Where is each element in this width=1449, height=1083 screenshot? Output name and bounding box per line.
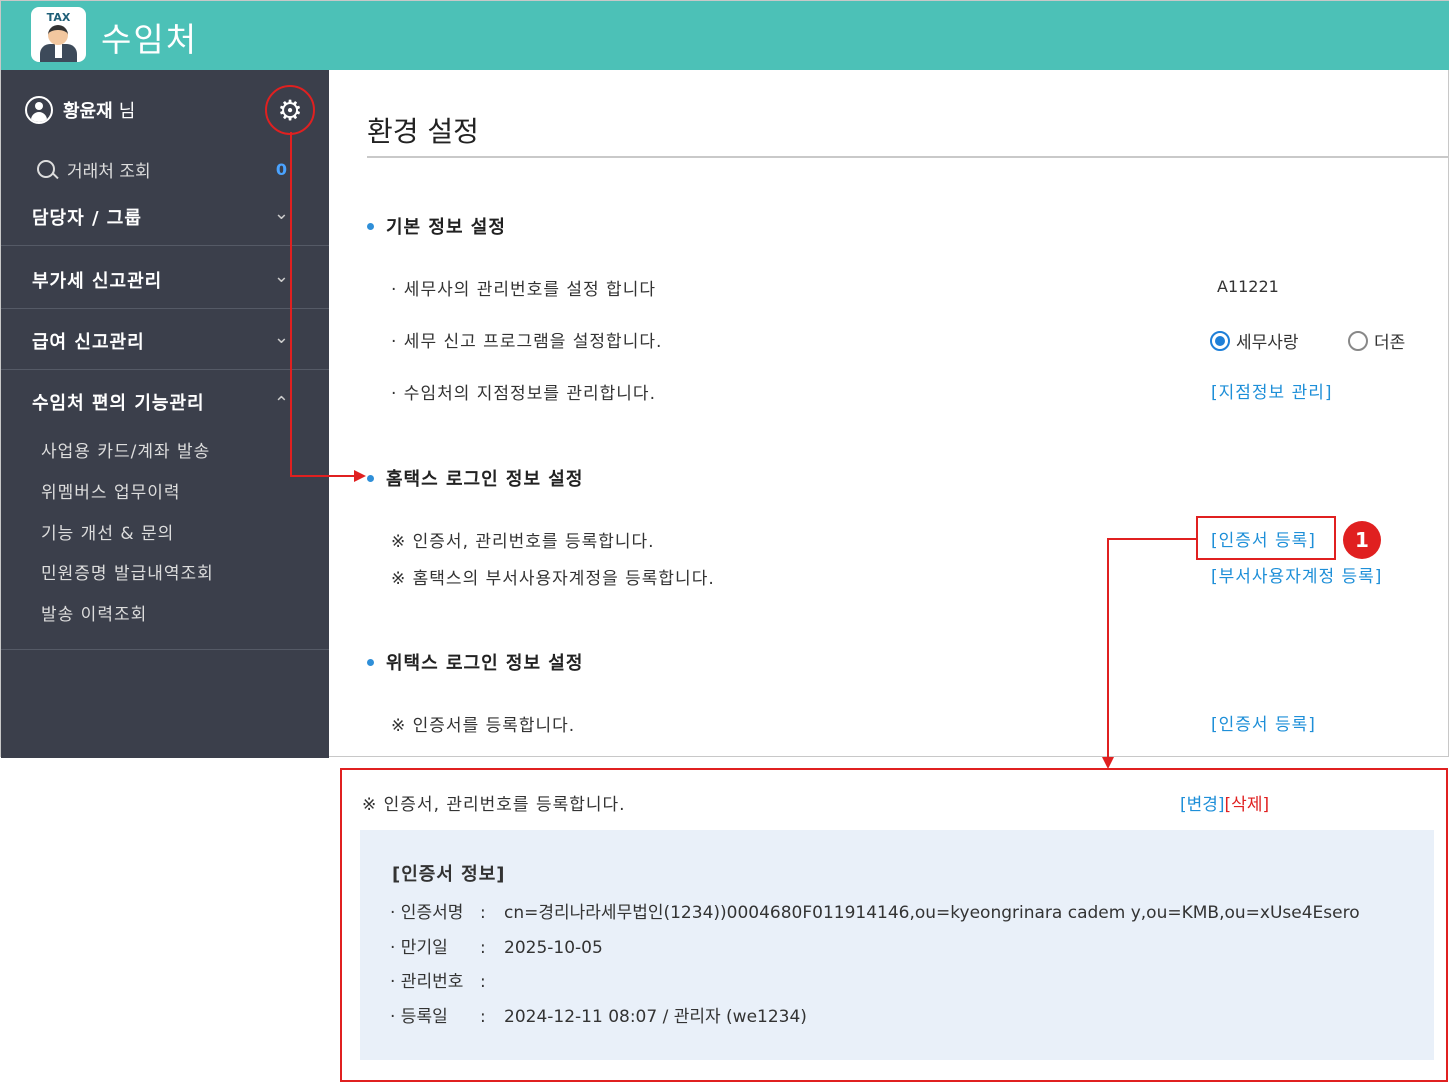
- info-key: · 관리번호: [390, 972, 464, 992]
- radio-selected-icon: [1210, 330, 1230, 351]
- info-key: · 만기일: [390, 938, 448, 958]
- info-value: cn=경리나라세무법인(1234))0004680F011914146,ou=k…: [504, 903, 1360, 923]
- cert-register-highlight: [1196, 516, 1336, 560]
- app-window: TAX 수임처 황윤재 님 ⚙ 거래처 조회 0 담당자 / 그룹 ⌄ 부가세 …: [0, 0, 1449, 758]
- tax-program-label: · 세무 신고 프로그램을 설정합니다.: [391, 332, 663, 352]
- page-title: 환경 설정: [367, 115, 479, 148]
- radio-duzon[interactable]: 더존: [1348, 328, 1405, 353]
- logo-text: TAX: [46, 11, 71, 24]
- client-search-link[interactable]: 거래처 조회 0: [37, 156, 287, 182]
- step-badge: 1: [1343, 521, 1381, 559]
- delete-link[interactable]: [삭제]: [1225, 795, 1270, 815]
- client-search-label: 거래처 조회: [67, 161, 151, 182]
- section-hometax-login: 홈택스 로그인 정보 설정: [367, 465, 583, 491]
- sidebar-item-certificate-history[interactable]: 민원증명 발급내역조회: [41, 559, 214, 584]
- user-info: 황윤재 님: [25, 96, 135, 124]
- user-icon: [25, 96, 53, 124]
- connector-line: [1107, 538, 1196, 540]
- connector-line: [290, 132, 292, 477]
- gear-icon: ⚙: [277, 93, 303, 127]
- section-title: 홈택스 로그인 정보 설정: [386, 469, 584, 490]
- client-search-count: 0: [275, 159, 287, 179]
- detail-actions: [변경][삭제]: [1180, 790, 1269, 815]
- detail-description: ※ 인증서, 관리번호를 등록합니다.: [362, 795, 626, 815]
- info-value: 2024-12-11 08:07 / 관리자 (we1234): [504, 1007, 807, 1027]
- sidebar-item-feedback[interactable]: 기능 개선 & 문의: [41, 519, 174, 544]
- settings-gear-button[interactable]: ⚙: [265, 85, 315, 135]
- connector-line: [290, 475, 356, 477]
- title-divider: [367, 156, 1449, 158]
- info-key: · 인증서명: [390, 903, 464, 923]
- main-content: 환경 설정 기본 정보 설정 · 세무사의 관리번호를 설정 합니다 A1122…: [329, 70, 1449, 758]
- radio-semusarang[interactable]: 세무사랑: [1210, 328, 1299, 353]
- hometax-cert-label: ※ 인증서, 관리번호를 등록합니다.: [391, 532, 655, 552]
- menu-label: 담당자 / 그룹: [32, 208, 142, 229]
- cert-info-row: · 만기일:2025-10-05: [390, 933, 603, 958]
- user-name: 황윤재: [63, 101, 113, 122]
- arrow-right-icon: [354, 470, 366, 482]
- menu-manager-group[interactable]: 담당자 / 그룹 ⌄: [1, 186, 329, 246]
- app-title: 수임처: [101, 20, 199, 59]
- radio-label: 더존: [1374, 333, 1406, 353]
- tax-logo-icon: TAX: [31, 7, 86, 62]
- menu-vat-report[interactable]: 부가세 신고관리 ⌄: [1, 249, 329, 309]
- menu-label: 부가세 신고관리: [32, 271, 163, 292]
- cert-info-row: · 관리번호:: [390, 967, 504, 992]
- section-wetax-login: 위택스 로그인 정보 설정: [367, 649, 583, 675]
- chevron-up-icon: ⌃: [273, 393, 289, 414]
- cert-detail-panel: ※ 인증서, 관리번호를 등록합니다. [변경][삭제] [인증서 정보] · …: [340, 768, 1448, 1082]
- tax-accountant-number-label: · 세무사의 관리번호를 설정 합니다: [391, 280, 656, 300]
- chevron-down-icon: ⌄: [273, 203, 289, 224]
- hometax-dept-account-label: ※ 홈택스의 부서사용자계정을 등록합니다.: [391, 569, 715, 589]
- hometax-dept-account-register-link[interactable]: [부서사용자계정 등록]: [1211, 562, 1382, 587]
- section-title: 위택스 로그인 정보 설정: [386, 653, 584, 674]
- bullet-icon: [367, 658, 374, 666]
- sidebar-divider: [1, 649, 329, 650]
- branch-info-label: · 수임처의 지점정보를 관리합니다.: [391, 384, 656, 404]
- connector-line: [1107, 538, 1109, 758]
- cert-info-title: [인증서 정보]: [392, 864, 506, 885]
- sidebar-item-wemembers-history[interactable]: 위멤버스 업무이력: [41, 478, 181, 503]
- cert-info-row: · 인증서명: cn=경리나라세무법인(1234))0004680F0119141…: [390, 898, 1360, 923]
- cert-info-box: [인증서 정보] · 인증서명: cn=경리나라세무법인(1234))000468…: [360, 830, 1434, 1060]
- wetax-cert-register-link[interactable]: [인증서 등록]: [1211, 710, 1316, 735]
- wetax-cert-label: ※ 인증서를 등록합니다.: [391, 716, 576, 736]
- search-icon: [37, 160, 55, 178]
- menu-payroll-report[interactable]: 급여 신고관리 ⌄: [1, 310, 329, 370]
- sidebar-item-card-account-send[interactable]: 사업용 카드/계좌 발송: [41, 437, 210, 462]
- chevron-down-icon: ⌄: [273, 266, 289, 287]
- menu-label: 급여 신고관리: [32, 332, 145, 353]
- section-title: 기본 정보 설정: [386, 217, 506, 238]
- sidebar-item-send-history[interactable]: 발송 이력조회: [41, 600, 147, 625]
- top-bar: TAX 수임처: [1, 1, 1449, 70]
- radio-label: 세무사랑: [1236, 333, 1299, 353]
- cert-info-row: · 등록일:2024-12-11 08:07 / 관리자 (we1234): [390, 1002, 807, 1027]
- chevron-down-icon: ⌄: [273, 327, 289, 348]
- menu-client-convenience[interactable]: 수임처 편의 기능관리 ⌃: [1, 371, 329, 431]
- section-basic-info: 기본 정보 설정: [367, 213, 506, 239]
- change-link[interactable]: [변경]: [1180, 795, 1225, 815]
- info-value: 2025-10-05: [504, 938, 603, 958]
- bullet-icon: [367, 474, 374, 482]
- menu-label: 수임처 편의 기능관리: [32, 393, 205, 414]
- tax-accountant-number-value: A11221: [1217, 277, 1279, 296]
- sidebar: 황윤재 님 ⚙ 거래처 조회 0 담당자 / 그룹 ⌄ 부가세 신고관리 ⌄ 급…: [1, 70, 329, 758]
- user-suffix: 님: [118, 101, 136, 122]
- bullet-icon: [367, 222, 374, 230]
- radio-unselected-icon: [1348, 330, 1368, 351]
- branch-info-manage-link[interactable]: [지점정보 관리]: [1211, 378, 1333, 403]
- info-key: · 등록일: [390, 1007, 448, 1027]
